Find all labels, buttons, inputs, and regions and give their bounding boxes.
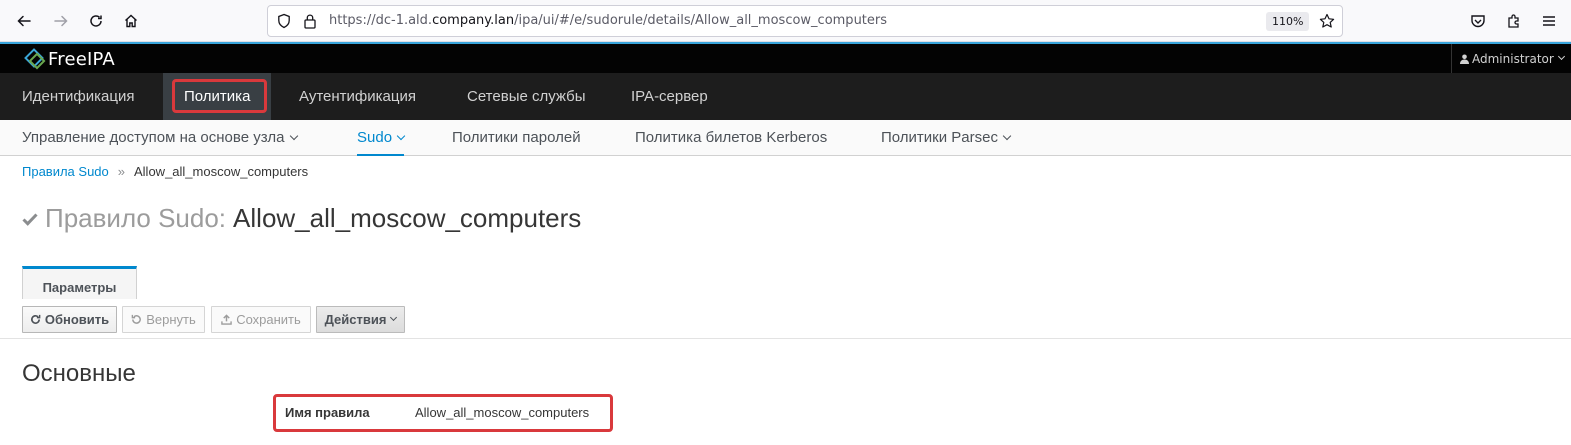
revert-button-label: Вернуть xyxy=(146,312,196,327)
menu-authentication[interactable]: Аутентификация xyxy=(299,73,416,120)
user-menu[interactable]: Administrator xyxy=(1451,44,1571,73)
back-icon[interactable] xyxy=(12,9,36,33)
undo-icon xyxy=(131,314,142,324)
lock-icon[interactable] xyxy=(303,13,317,33)
refresh-icon xyxy=(30,314,41,324)
user-name: Administrator xyxy=(1472,51,1554,66)
menu-network-services[interactable]: Сетевые службы xyxy=(467,73,585,120)
logo-text: FreeIPA xyxy=(48,48,115,70)
save-button-label: Сохранить xyxy=(236,312,301,327)
subnav-password-policies[interactable]: Политики паролей xyxy=(452,120,581,156)
highlight-box-menu xyxy=(172,79,267,113)
menu-identity[interactable]: Идентификация xyxy=(22,73,134,120)
subnav-sudo[interactable]: Sudo xyxy=(357,120,406,156)
browser-toolbar: https://dc-1.ald.company.lan/ipa/ui/#/e/… xyxy=(0,0,1571,42)
revert-button[interactable]: Вернуть xyxy=(122,306,205,333)
subnav-hbac-label: Управление доступом на основе узла xyxy=(22,129,285,146)
refresh-button[interactable]: Обновить xyxy=(22,306,117,333)
star-icon[interactable] xyxy=(1319,13,1335,33)
upload-icon xyxy=(221,314,232,325)
chevron-down-icon xyxy=(1002,131,1012,141)
page-title: Правило Sudo: Allow_all_moscow_computers xyxy=(22,203,581,234)
url-path: /ipa/ui/#/e/sudorule/details/Allow_all_m… xyxy=(514,13,888,28)
url-host: company.lan xyxy=(432,13,515,28)
chevron-down-icon xyxy=(396,131,406,141)
divider xyxy=(0,338,1571,339)
subnav-kerberos-ticket-policy[interactable]: Политика билетов Kerberos xyxy=(635,120,827,156)
reload-icon[interactable] xyxy=(84,9,108,33)
refresh-button-label: Обновить xyxy=(44,312,110,327)
shield-icon[interactable] xyxy=(276,13,292,33)
subnav-parsec-policies[interactable]: Политики Parsec xyxy=(881,120,1012,156)
freeipa-logo-icon xyxy=(24,48,46,70)
freeipa-logo[interactable]: FreeIPA xyxy=(24,48,115,70)
highlight-box-rule-name xyxy=(273,394,613,432)
breadcrumb: Правила Sudo » Allow_all_moscow_computers xyxy=(22,164,308,179)
save-button[interactable]: Сохранить xyxy=(211,306,311,333)
app-header: FreeIPA Administrator xyxy=(0,44,1571,73)
breadcrumb-separator: » xyxy=(117,164,125,179)
zoom-indicator[interactable]: 110% xyxy=(1266,12,1310,31)
url-bar[interactable]: https://dc-1.ald.company.lan/ipa/ui/#/e/… xyxy=(267,5,1343,37)
forward-icon[interactable] xyxy=(49,9,73,33)
breadcrumb-current: Allow_all_moscow_computers xyxy=(134,164,309,179)
extensions-icon[interactable] xyxy=(1502,9,1526,33)
subnav-sudo-label: Sudo xyxy=(357,129,393,146)
page-title-name: Allow_all_moscow_computers xyxy=(233,203,582,233)
chevron-down-icon xyxy=(289,131,298,141)
url-prefix: https://dc-1.ald. xyxy=(329,13,433,28)
pocket-icon[interactable] xyxy=(1466,9,1490,33)
subnav-hbac[interactable]: Управление доступом на основе узла xyxy=(22,120,298,156)
section-title: Основные xyxy=(22,360,136,387)
check-icon xyxy=(22,212,38,226)
chevron-down-icon xyxy=(390,313,398,322)
sub-navigation: Управление доступом на основе узла Sudo … xyxy=(0,120,1571,156)
url-text: https://dc-1.ald.company.lan/ipa/ui/#/e/… xyxy=(329,13,887,28)
tab-settings[interactable]: Параметры xyxy=(22,266,137,299)
menu-icon[interactable] xyxy=(1537,9,1561,33)
user-caret-icon xyxy=(1557,52,1565,61)
actions-dropdown[interactable]: Действия xyxy=(316,306,405,333)
actions-button-label: Действия xyxy=(324,312,387,327)
user-icon xyxy=(1460,54,1469,64)
subnav-parsec-label: Политики Parsec xyxy=(881,129,998,146)
menu-ipa-server[interactable]: IPA-сервер xyxy=(631,73,708,120)
home-icon[interactable] xyxy=(119,9,143,33)
breadcrumb-sudo-rules[interactable]: Правила Sudo xyxy=(22,164,109,179)
page-title-prefix: Правило Sudo: xyxy=(45,203,227,233)
